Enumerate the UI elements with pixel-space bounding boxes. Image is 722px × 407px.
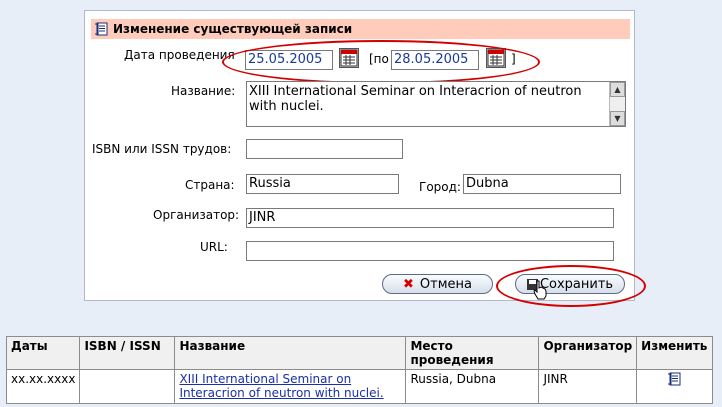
organizer-field[interactable]: JINR [246, 208, 614, 228]
cancel-x-icon: ✖ [403, 276, 414, 292]
table-row: xx.xx.xxxx XIII International Seminar on… [5, 369, 713, 404]
country-field[interactable]: Russia [246, 174, 399, 194]
name-textarea[interactable]: XIII International Seminar on Interacrio… [246, 81, 626, 127]
col-isbn-header: ISBN / ISSN [79, 336, 176, 370]
organizer-label: Организатор: [153, 208, 240, 222]
row-edit-cell [636, 369, 713, 404]
highlight-ellipse-save [496, 265, 646, 307]
row-place: Russia, Dubna [405, 369, 540, 404]
name-label: Название: [171, 84, 236, 98]
row-organizer: JINR [538, 369, 638, 404]
col-place-header: Место проведения [405, 336, 540, 370]
scroll-up-icon[interactable]: ▲ [610, 82, 625, 97]
name-scrollbar[interactable]: ▲ ▼ [609, 82, 625, 126]
col-name-header: Название [174, 336, 407, 370]
url-label: URL: [200, 240, 228, 254]
row-name-cell: XIII International Seminar on Interacrio… [174, 369, 407, 404]
row-dates: xx.xx.xxxx [5, 369, 81, 404]
row-name-link[interactable]: XIII International Seminar on Interacrio… [179, 372, 383, 400]
url-field[interactable] [246, 241, 614, 261]
highlight-ellipse-dates [222, 40, 540, 84]
col-dates-header: Даты [5, 336, 81, 370]
city-field[interactable]: Dubna [463, 174, 621, 194]
edit-record-icon [95, 22, 109, 36]
cancel-button-label: Отмена [419, 276, 472, 292]
cancel-button[interactable]: ✖ Отмена [382, 274, 493, 294]
panel-header: Изменение существующей записи [91, 19, 630, 39]
col-organizer-header: Организатор [538, 336, 638, 370]
records-table: Даты ISBN / ISSN Название Место проведен… [5, 336, 713, 404]
records-table-wrap: Даты ISBN / ISSN Название Место проведен… [5, 336, 713, 404]
isbn-field[interactable] [246, 139, 403, 159]
city-label: Город: [419, 180, 461, 194]
table-header-row: Даты ISBN / ISSN Название Место проведен… [5, 336, 713, 370]
panel-title: Изменение существующей записи [113, 22, 353, 36]
country-label: Страна: [185, 178, 235, 192]
scroll-down-icon[interactable]: ▼ [610, 111, 625, 126]
col-edit-header: Изменить [636, 336, 713, 370]
edit-record-icon[interactable] [667, 372, 682, 386]
date-label: Дата проведения [124, 48, 235, 62]
isbn-label: ISBN или ISSN трудов: [92, 142, 232, 156]
row-isbn [79, 369, 176, 404]
